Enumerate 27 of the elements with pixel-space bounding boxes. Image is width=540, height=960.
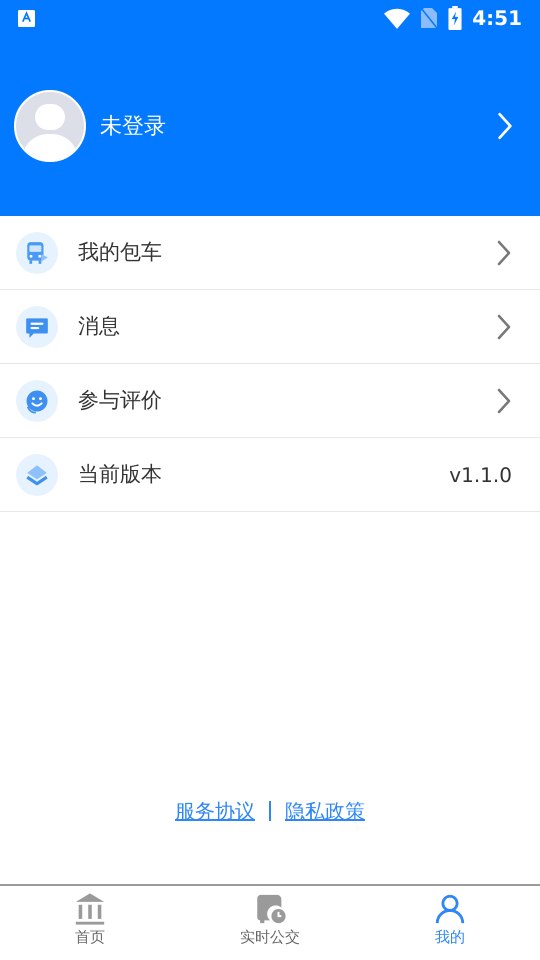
status-time: 4:51 xyxy=(472,5,522,32)
chevron-right-icon xyxy=(496,111,514,141)
nav-tab[interactable]: 实时公交 xyxy=(180,886,360,960)
bank-icon xyxy=(73,892,107,926)
chevron-right-icon xyxy=(496,238,512,266)
no-sim-icon xyxy=(420,7,438,29)
person-icon xyxy=(433,892,467,926)
chevron-right-icon xyxy=(496,312,512,340)
nav-tab[interactable]: 我的 xyxy=(360,886,540,960)
login-status: 未登录 xyxy=(100,112,167,140)
keyboard-a-icon xyxy=(18,10,35,26)
policy-link[interactable]: 服务协议 xyxy=(175,796,255,826)
version-value: v1.1.0 xyxy=(449,462,512,488)
chevron-right-icon xyxy=(496,386,512,414)
menu-label: 参与评价 xyxy=(78,386,163,414)
battery-charging-icon xyxy=(448,6,462,30)
menu-item[interactable]: 消息 xyxy=(0,290,540,364)
wifi-icon xyxy=(384,7,410,29)
menu-label: 当前版本 xyxy=(78,460,163,488)
menu-item[interactable]: 当前版本 v1.1.0 xyxy=(0,438,540,512)
menu-label: 我的包车 xyxy=(78,238,163,266)
menu-item[interactable]: 参与评价 xyxy=(0,364,540,438)
profile-row[interactable]: 未登录 xyxy=(0,90,540,162)
policy-link[interactable]: 隐私政策 xyxy=(285,796,365,826)
menu-item[interactable]: 我的包车 xyxy=(0,216,540,290)
nav-tab[interactable]: 首页 xyxy=(0,886,180,960)
menu-label: 消息 xyxy=(78,312,121,340)
